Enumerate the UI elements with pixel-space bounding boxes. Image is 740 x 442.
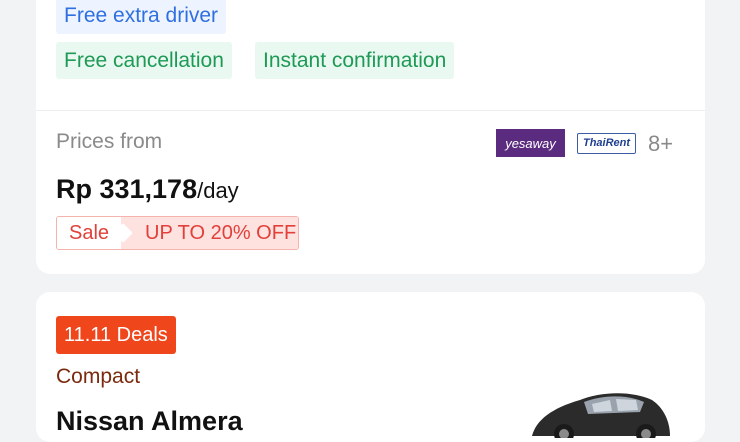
- sale-badge: Sale UP TO 20% OFF: [56, 216, 299, 250]
- deals-badge: 11.11 Deals: [56, 316, 176, 354]
- sale-offer: UP TO 20% OFF: [121, 217, 298, 249]
- price: Rp 331,178/day: [56, 174, 239, 205]
- free-cancellation-tag: Free cancellation: [56, 42, 232, 79]
- car-name: Nissan Almera: [56, 406, 243, 436]
- price-amount: Rp 331,178: [56, 174, 198, 204]
- free-extra-driver-tag: Free extra driver: [56, 0, 227, 34]
- car-listing-card[interactable]: Free extra driver Free cancellation Inst…: [36, 0, 705, 274]
- more-suppliers-count[interactable]: 8+: [648, 131, 673, 157]
- divider: [36, 110, 705, 111]
- car-photo-icon: [532, 393, 670, 438]
- sale-label: Sale: [57, 217, 133, 249]
- price-unit: /day: [197, 178, 239, 203]
- sale-label-text: Sale: [68, 222, 110, 244]
- car-category: Compact: [56, 365, 141, 388]
- yesaway-logo: yesaway: [496, 129, 565, 157]
- thairent-logo: ThaiRent: [577, 133, 636, 154]
- prices-from-label: Prices from: [56, 130, 163, 153]
- instant-confirmation-tag: Instant confirmation: [255, 42, 455, 79]
- car-listing-card[interactable]: 11.11 Deals Compact Nissan Almera: [36, 292, 705, 442]
